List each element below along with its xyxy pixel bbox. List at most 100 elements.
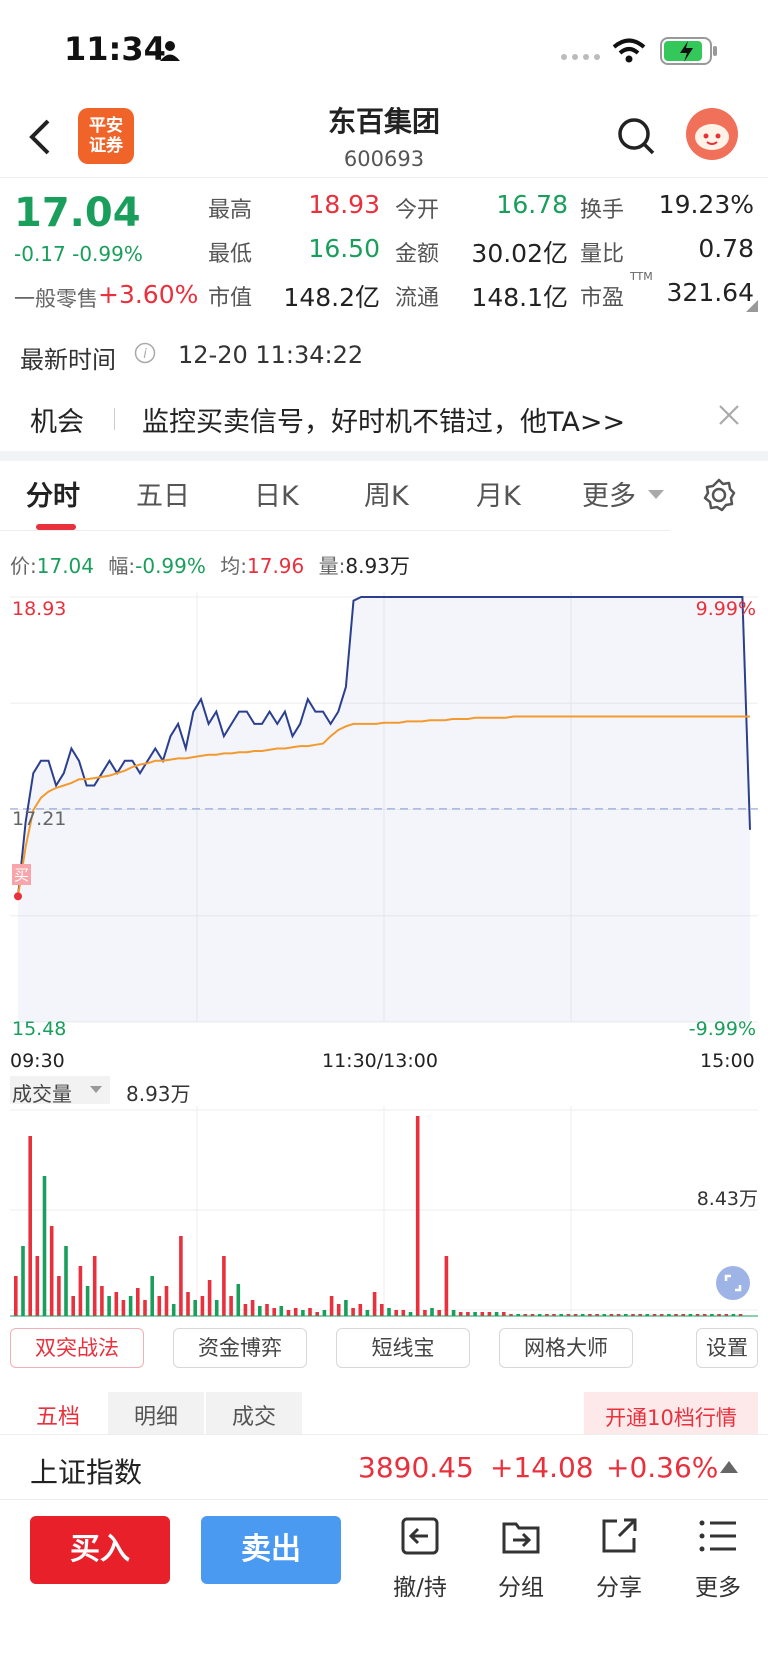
tab-five-day[interactable]: 五日: [136, 474, 190, 513]
float-label: 流通: [395, 286, 440, 311]
cancel-hold-action[interactable]: 撤/持: [380, 1516, 460, 1606]
x-label-mid: 11:30/13:00: [322, 1050, 438, 1072]
sector-change[interactable]: +3.60%: [98, 280, 198, 309]
volume-bar: [57, 1276, 61, 1316]
pe-value: 321.64: [666, 278, 754, 307]
volume-bar: [286, 1310, 291, 1316]
wifi-icon: [612, 38, 646, 63]
volume-bar: [265, 1304, 269, 1316]
gear-icon[interactable]: [702, 478, 736, 512]
tab-detail[interactable]: 明细: [108, 1392, 204, 1434]
fullscreen-button[interactable]: [716, 1266, 750, 1300]
menu-icon: [699, 1520, 736, 1552]
volume-bar: [358, 1304, 363, 1316]
btn-double-breakout[interactable]: 双突战法: [10, 1328, 144, 1368]
tab-daily-k[interactable]: 日K: [254, 474, 299, 513]
btn-grid-master[interactable]: 网格大师: [499, 1328, 633, 1368]
tab-more[interactable]: 更多: [582, 474, 636, 513]
volume-bar: [415, 1116, 420, 1316]
volume-bar: [272, 1308, 276, 1316]
volume-bar: [322, 1310, 327, 1316]
buy-marker[interactable]: 买: [12, 864, 32, 885]
volume-bar: [473, 1312, 477, 1316]
tab-trades[interactable]: 成交: [206, 1392, 302, 1434]
chat-face-icon: [695, 124, 729, 150]
volume-bar: [21, 1246, 25, 1316]
tab-weekly-k[interactable]: 周K: [364, 474, 409, 513]
group-action[interactable]: 分组: [481, 1516, 561, 1606]
index-change: +14.08: [490, 1451, 594, 1484]
tab-bottom-border: [0, 530, 670, 531]
more-action[interactable]: 更多: [678, 1516, 758, 1606]
volume-bar: [85, 1286, 90, 1316]
close-icon[interactable]: [718, 404, 740, 426]
volume-bar: [250, 1300, 255, 1316]
vol-label: 量:: [318, 554, 346, 578]
index-bar[interactable]: 上证指数 3890.45 +14.08 +0.36%: [0, 1434, 768, 1500]
corner-expand-icon[interactable]: [746, 300, 758, 312]
volume-bar: [49, 1226, 54, 1316]
vol-ratio-label: 量比: [580, 242, 625, 267]
info-icon[interactable]: i: [134, 342, 156, 364]
btn-short-term[interactable]: 短线宝: [336, 1328, 470, 1368]
volume-value: 8.93万: [126, 1082, 191, 1106]
banner-tag: 机会: [30, 407, 84, 438]
btn-capital-game[interactable]: 资金博弈: [173, 1328, 307, 1368]
tab-intraday[interactable]: 分时: [26, 474, 80, 513]
share-icon: [602, 1518, 637, 1553]
volume-bar: [243, 1304, 248, 1316]
x-label-close: 15:00: [700, 1050, 755, 1072]
volume-bar: [164, 1286, 169, 1316]
current-price: 17.04: [14, 190, 141, 236]
volume-bar: [121, 1300, 126, 1316]
y-bottom-label: 15.48: [12, 1018, 67, 1040]
volume-chart-svg: [10, 1106, 758, 1317]
x-label-open: 09:30: [10, 1050, 65, 1072]
y-mid-label: 17.21: [12, 808, 67, 830]
volume-bar: [315, 1312, 319, 1316]
volume-bar: [107, 1296, 111, 1316]
share-action[interactable]: 分享: [579, 1516, 659, 1606]
price-chart-svg: [10, 592, 758, 1046]
volume-bar: [451, 1310, 456, 1316]
price-label: 价:: [10, 554, 37, 578]
volume-bar: [200, 1296, 205, 1316]
expand-icon: [724, 1274, 742, 1292]
search-icon[interactable]: [616, 116, 656, 156]
tab-monthly-k[interactable]: 月K: [476, 474, 521, 513]
btn-settings[interactable]: 设置: [696, 1328, 758, 1368]
volume-bar: [143, 1300, 147, 1316]
price-chart[interactable]: 18.93 9.99% 17.21 15.48 -9.99% 买: [10, 592, 758, 1046]
sell-button[interactable]: 卖出: [201, 1516, 341, 1584]
volume-chart[interactable]: 8.43万: [10, 1106, 758, 1318]
tab-five-level[interactable]: 五档: [10, 1392, 106, 1434]
pct-bottom-label: -9.99%: [688, 1018, 756, 1040]
volume-selector[interactable]: 成交量: [10, 1076, 110, 1106]
info-amp: -0.99%: [135, 554, 206, 578]
volume-bar: [179, 1236, 183, 1316]
info-vol: 8.93万: [345, 554, 410, 578]
avatar[interactable]: [686, 108, 738, 160]
volume-bar: [301, 1310, 305, 1316]
sector-label[interactable]: 一般零售: [14, 283, 98, 313]
volume-bar: [293, 1308, 298, 1316]
header-divider: [0, 177, 768, 178]
share-label: 分享: [596, 1575, 642, 1601]
banner-text[interactable]: 监控买卖信号，好时机不错过，他TA>>: [142, 400, 625, 439]
avg-label: 均:: [220, 554, 247, 578]
index-value: 3890.45: [358, 1451, 474, 1484]
chevron-down-icon: [90, 1086, 102, 1093]
pe-label: 市盈: [580, 286, 625, 311]
volume-bar: [92, 1256, 97, 1316]
turnover-value: 19.23%: [658, 190, 754, 219]
volume-bar: [394, 1310, 398, 1316]
volume-bar: [329, 1296, 334, 1316]
buy-button[interactable]: 买入: [30, 1516, 170, 1584]
volume-bar: [423, 1310, 427, 1316]
volume-bar: [42, 1176, 47, 1316]
mcap-label: 市值: [208, 286, 253, 311]
vol-ratio-value: 0.78: [698, 234, 754, 263]
upgrade-l2-button[interactable]: 开通10档行情: [584, 1392, 758, 1434]
volume-bar: [430, 1308, 434, 1316]
low-value: 16.50: [308, 234, 380, 263]
